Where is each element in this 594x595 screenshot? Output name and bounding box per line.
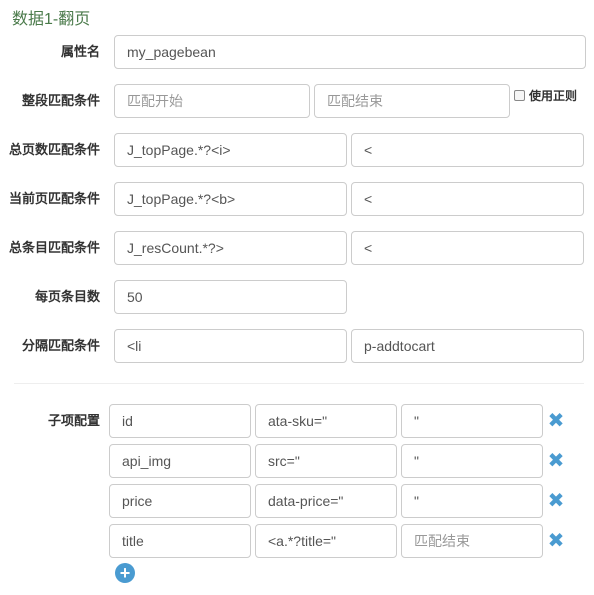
close-icon[interactable]: ✖ — [547, 451, 565, 471]
close-icon[interactable]: ✖ — [547, 531, 565, 551]
current-page-end-input[interactable]: < — [351, 182, 584, 216]
full-match-row: 整段匹配条件 匹配开始 匹配结束 使用正则 — [0, 84, 594, 118]
attr-name-row: 属性名 my_pagebean — [0, 35, 594, 69]
full-match-label: 整段匹配条件 — [21, 93, 100, 108]
divider — [14, 383, 584, 384]
child-name-input[interactable]: id — [109, 404, 251, 438]
child-end-input[interactable]: " — [401, 404, 543, 438]
per-page-row: 每页条目数 50 — [0, 280, 594, 314]
separator-start-input[interactable]: <li — [114, 329, 347, 363]
separator-row: 分隔匹配条件 <li p-addtocart — [0, 329, 594, 363]
total-items-end-input[interactable]: < — [351, 231, 584, 265]
total-items-row: 总条目匹配条件 J_resCount.*?> < — [0, 231, 594, 265]
child-name-input[interactable]: title — [109, 524, 251, 558]
attr-name-input[interactable]: my_pagebean — [114, 35, 586, 69]
child-end-input[interactable]: " — [401, 484, 543, 518]
page: 数据1-翻页 属性名 my_pagebean 整段匹配条件 匹配开始 匹配结束 … — [0, 0, 594, 595]
child-name-input[interactable]: price — [109, 484, 251, 518]
attr-name-label: 属性名 — [60, 44, 100, 59]
child-end-input[interactable]: 匹配结束 — [401, 524, 543, 558]
per-page-label: 每页条目数 — [34, 289, 100, 304]
page-title: 数据1-翻页 — [12, 11, 91, 28]
child-row: 子项配置 id ata-sku=" " ✖ — [0, 404, 594, 438]
total-items-start-input[interactable]: J_resCount.*?> — [114, 231, 347, 265]
child-start-input[interactable]: src=" — [255, 444, 397, 478]
total-pages-start-input[interactable]: J_topPage.*?<i> — [114, 133, 347, 167]
children-label: 子项配置 — [47, 413, 100, 428]
child-name-input[interactable]: api_img — [109, 444, 251, 478]
plus-circle-icon[interactable]: + — [115, 563, 135, 583]
close-icon[interactable]: ✖ — [547, 491, 565, 511]
child-start-input[interactable]: <a.*?title=" — [255, 524, 397, 558]
total-pages-label: 总页数匹配条件 — [8, 142, 100, 157]
close-icon[interactable]: ✖ — [547, 411, 565, 431]
per-page-input[interactable]: 50 — [114, 280, 347, 314]
regex-label: 使用正则 — [529, 89, 578, 103]
separator-end-input[interactable]: p-addtocart — [351, 329, 584, 363]
separator-label: 分隔匹配条件 — [21, 338, 100, 353]
current-page-row: 当前页匹配条件 J_topPage.*?<b> < — [0, 182, 594, 216]
total-items-label: 总条目匹配条件 — [8, 240, 100, 255]
regex-checkbox[interactable] — [514, 90, 525, 101]
total-pages-end-input[interactable]: < — [351, 133, 584, 167]
child-row: title <a.*?title=" 匹配结束 ✖ — [0, 524, 594, 558]
child-end-input[interactable]: " — [401, 444, 543, 478]
child-start-input[interactable]: data-price=" — [255, 484, 397, 518]
child-start-input[interactable]: ata-sku=" — [255, 404, 397, 438]
full-match-start-input[interactable]: 匹配开始 — [114, 84, 310, 118]
regex-option[interactable]: 使用正则 — [514, 84, 577, 114]
total-pages-row: 总页数匹配条件 J_topPage.*?<i> < — [0, 133, 594, 167]
current-page-label: 当前页匹配条件 — [8, 191, 100, 206]
current-page-start-input[interactable]: J_topPage.*?<b> — [114, 182, 347, 216]
child-row: price data-price=" " ✖ — [0, 484, 594, 518]
child-row: api_img src=" " ✖ — [0, 444, 594, 478]
full-match-end-input[interactable]: 匹配结束 — [314, 84, 510, 118]
